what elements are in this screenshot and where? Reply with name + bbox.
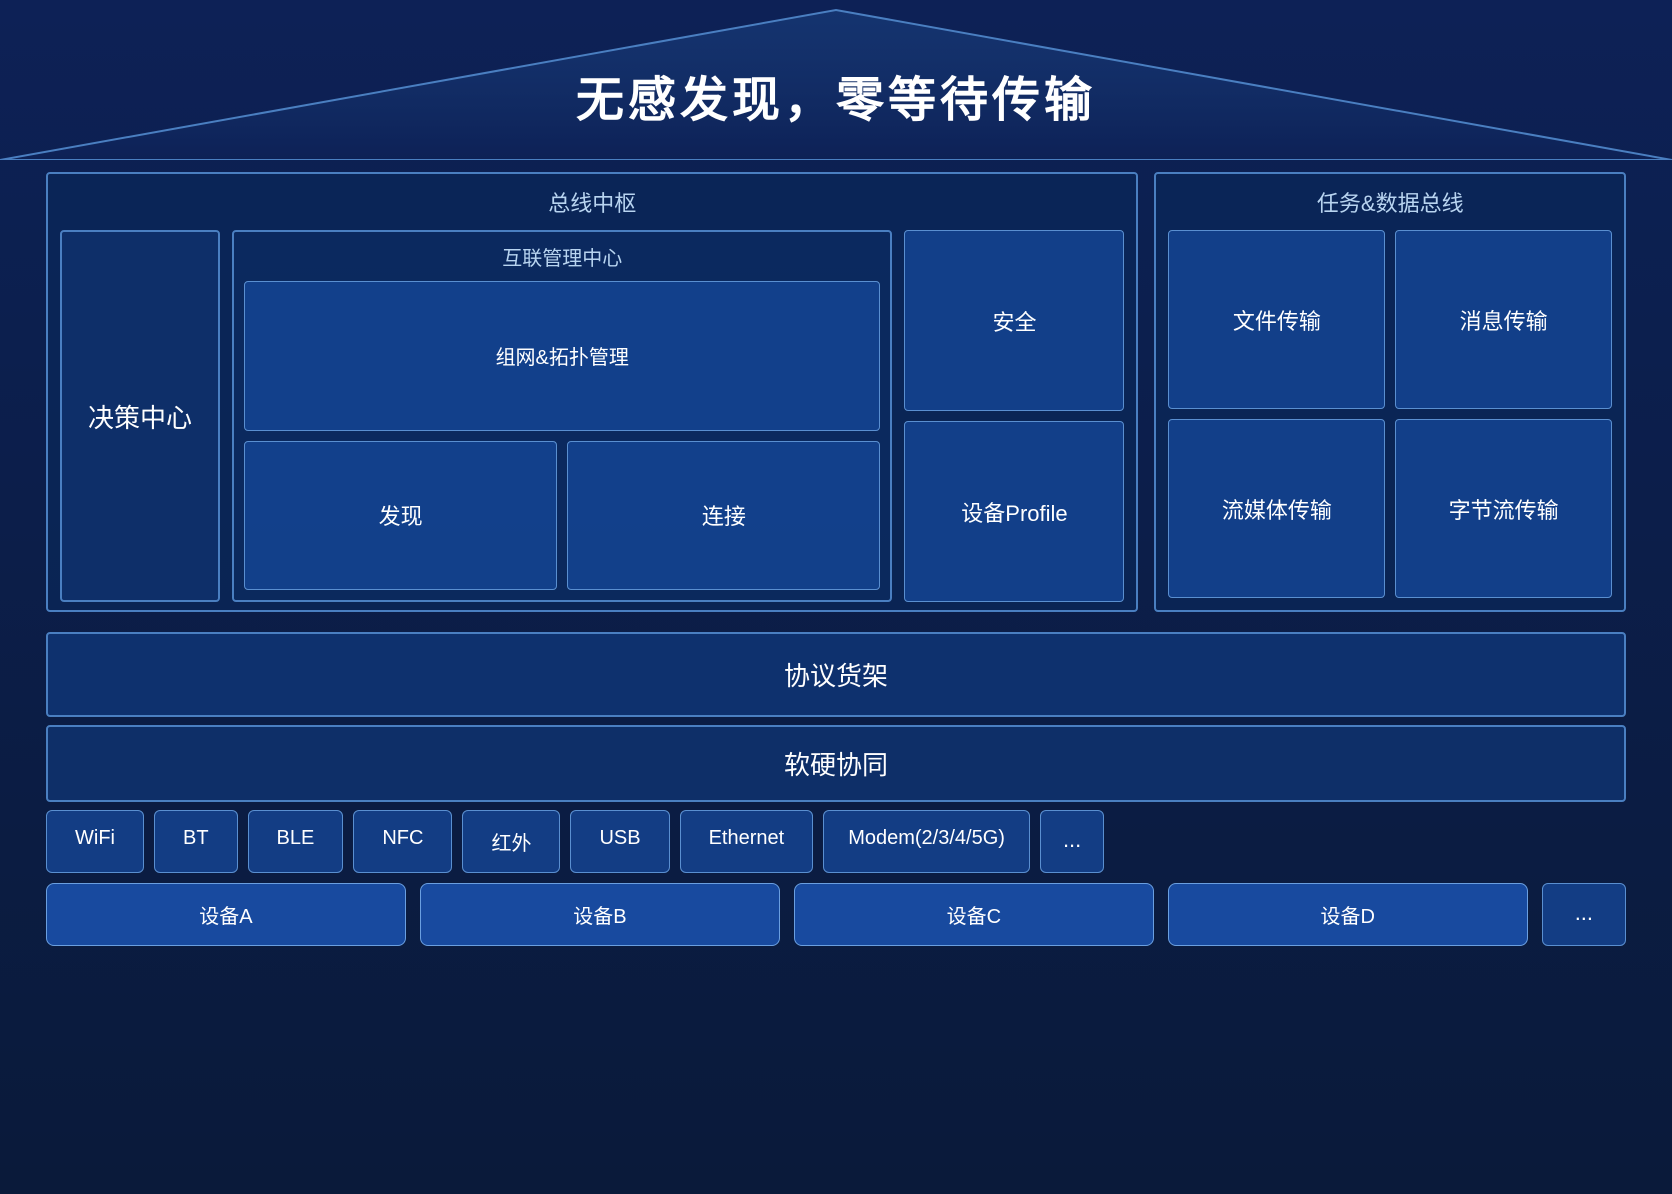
topology-label: 组网&拓扑管理 [496,341,629,370]
bus-hub-inner: 决策中心 互联管理中心 组网&拓扑管理 [60,230,1124,602]
discovery-label: 发现 [379,499,423,531]
interconnect-row-1: 组网&拓扑管理 [244,281,880,431]
devices-row: 设备A 设备B 设备C 设备D ... [46,883,1626,946]
modem-tag: Modem(2/3/4/5G) [823,810,1030,873]
wifi-tag: WiFi [46,810,144,873]
connection-box: 连接 [567,441,880,591]
nfc-tag: NFC [353,810,452,873]
ble-tag: BLE [248,810,344,873]
bt-tag: BT [154,810,238,873]
decision-center-label: 决策中心 [88,398,192,435]
device-profile-box: 设备Profile [904,421,1124,602]
discovery-box: 发现 [244,441,557,591]
more-devices-tag: ... [1542,883,1626,946]
task-data-grid: 文件传输 消息传输 流媒体传输 字节流传输 [1168,230,1612,598]
protocol-shelf-label: 协议货架 [784,661,888,691]
ethernet-tag: Ethernet [680,810,814,873]
security-label: 安全 [992,305,1036,337]
device-c: 设备C [794,883,1154,946]
byte-transfer-label: 字节流传输 [1449,493,1559,525]
decision-center-block: 决策中心 [60,230,220,602]
protocol-shelf-block: 协议货架 [46,632,1626,717]
body-section: 总线中枢 决策中心 互联管理中心 组网&拓扑管理 [46,160,1626,1194]
bus-hub-title: 总线中枢 [60,186,1124,218]
more-connectivity-tag: ... [1040,810,1104,873]
device-d: 设备D [1168,883,1528,946]
soft-hard-block: 软硬协同 [46,725,1626,802]
connection-label: 连接 [702,499,746,531]
interconnect-row-2: 发现 连接 [244,441,880,591]
device-b: 设备B [420,883,780,946]
task-data-title: 任务&数据总线 [1168,186,1612,218]
file-transfer-box: 文件传输 [1168,230,1385,409]
stream-transfer-box: 流媒体传输 [1168,419,1385,598]
bus-hub-block: 总线中枢 决策中心 互联管理中心 组网&拓扑管理 [46,172,1138,612]
right-column: 安全 设备Profile [904,230,1124,602]
task-data-bus-block: 任务&数据总线 文件传输 消息传输 流媒体传输 字节流传输 [1154,172,1626,612]
topology-box: 组网&拓扑管理 [244,281,880,431]
file-transfer-label: 文件传输 [1233,304,1321,336]
connectivity-row: WiFi BT BLE NFC 红外 USB Ethernet Modem(2/… [46,810,1626,873]
roof-section: 无感发现，零等待传输 [0,0,1672,160]
interconnect-title: 互联管理中心 [244,242,880,271]
top-blocks-row: 总线中枢 决策中心 互联管理中心 组网&拓扑管理 [46,160,1626,624]
usb-tag: USB [570,810,669,873]
byte-transfer-box: 字节流传输 [1395,419,1612,598]
security-box: 安全 [904,230,1124,411]
interconnect-block: 互联管理中心 组网&拓扑管理 发现 [232,230,892,602]
device-profile-label: 设备Profile [961,496,1067,528]
msg-transfer-box: 消息传输 [1395,230,1612,409]
main-title: 无感发现，零等待传输 [576,40,1096,140]
soft-hard-label: 软硬协同 [784,750,888,780]
stream-transfer-label: 流媒体传输 [1222,493,1332,525]
infrared-tag: 红外 [462,810,560,873]
device-a: 设备A [46,883,406,946]
msg-transfer-label: 消息传输 [1460,304,1548,336]
main-container: 无感发现，零等待传输 总线中枢 决策中心 互联管理中心 [0,0,1672,1194]
